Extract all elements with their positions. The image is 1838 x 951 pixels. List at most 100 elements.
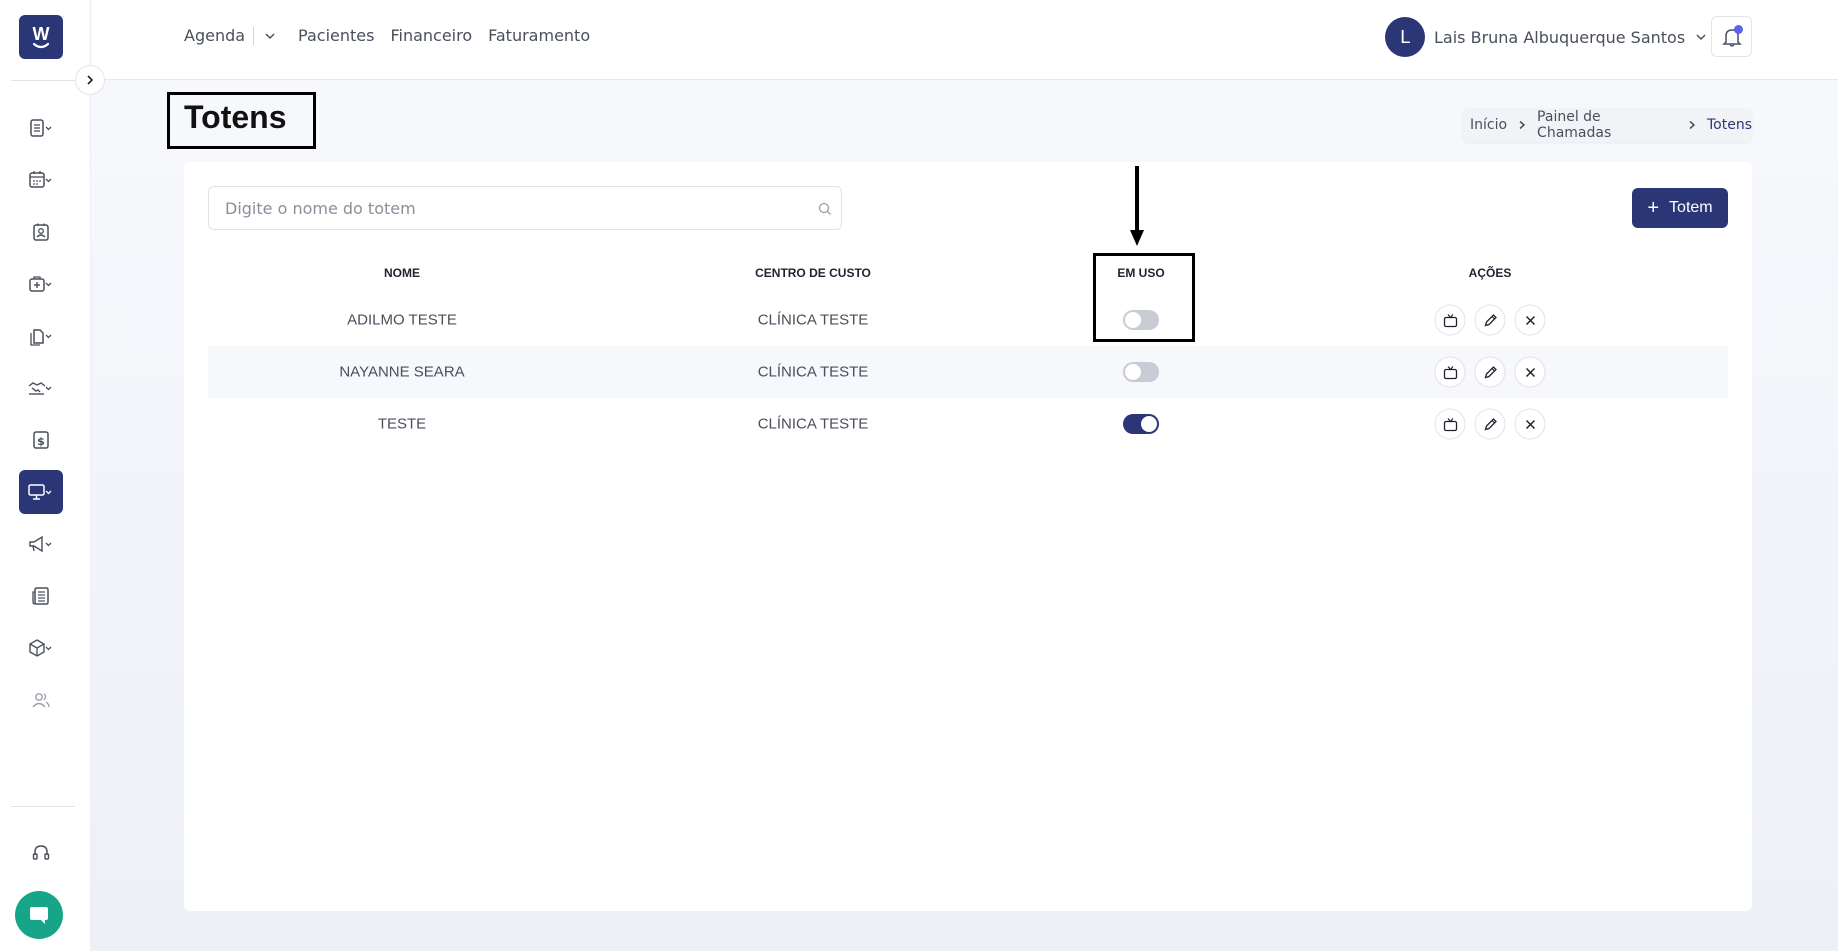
sidebar-item-inventory[interactable] [19, 626, 63, 670]
chevron-right-icon [87, 75, 94, 85]
cell-nome: ADILMO TESTE [347, 311, 457, 329]
chevron-down-icon [1696, 34, 1706, 41]
em-uso-highlight-box [1093, 253, 1195, 342]
tv-icon [1443, 313, 1457, 327]
toggle-knob [1141, 416, 1157, 432]
newspaper-icon [32, 587, 49, 605]
logo-icon: W [33, 24, 50, 49]
svg-text:$: $ [37, 435, 45, 448]
sidebar: W $ [0, 0, 91, 951]
notifications-button[interactable] [1711, 16, 1752, 57]
user-name: Lais Bruna Albuquerque Santos [1434, 27, 1686, 47]
breadcrumb-call-panel[interactable]: Painel de Chamadas [1537, 109, 1677, 141]
breadcrumb-current: Totens [1706, 117, 1752, 133]
chevron-right-icon [1517, 120, 1527, 130]
cell-nome: TESTE [377, 415, 427, 433]
chat-icon [30, 907, 48, 924]
delete-button[interactable] [1514, 304, 1546, 336]
search-field [208, 186, 842, 230]
column-header-nome: NOME [384, 266, 420, 280]
view-button[interactable] [1434, 304, 1466, 336]
edit-button[interactable] [1474, 356, 1506, 388]
menu-list-icon [30, 119, 52, 137]
sidebar-item-call-panel[interactable] [19, 470, 63, 514]
edit-button[interactable] [1474, 304, 1506, 336]
page-title: Totens [184, 99, 287, 135]
monitor-icon [28, 484, 52, 500]
close-icon [1525, 315, 1535, 325]
delete-button[interactable] [1514, 356, 1546, 388]
cell-nome: NAYANNE SEARA [339, 363, 465, 381]
sidebar-item-reports[interactable] [19, 574, 63, 618]
dollar-icon: $ [33, 431, 49, 449]
user-menu[interactable]: L Lais Bruna Albuquerque Santos [1385, 17, 1707, 57]
chat-button[interactable] [15, 891, 63, 939]
sidebar-divider [11, 80, 75, 81]
close-icon [1525, 367, 1535, 377]
calendar-icon [29, 171, 52, 188]
svg-text:W: W [33, 24, 50, 44]
cell-centro-custo: CLÍNICA TESTE [757, 311, 869, 329]
table-row: NAYANNE SEARA CLÍNICA TESTE [208, 346, 1728, 398]
plus-icon: + [1647, 197, 1660, 219]
megaphone-icon [29, 535, 52, 553]
search-icon[interactable] [817, 201, 833, 221]
table-row: TESTE CLÍNICA TESTE [208, 398, 1728, 450]
package-icon [29, 639, 52, 657]
view-button[interactable] [1434, 356, 1466, 388]
toggle-knob [1125, 364, 1141, 380]
totens-card: + Totem NOME CENTRO DE CUSTO EM USO AÇÕE… [184, 162, 1752, 911]
sidebar-divider-bottom [11, 806, 75, 807]
em-uso-toggle[interactable] [1123, 362, 1159, 382]
nav-faturamento[interactable]: Faturamento [488, 26, 590, 45]
chevron-right-icon [1687, 120, 1697, 130]
sidebar-item-menu[interactable] [19, 106, 63, 150]
sidebar-item-finance[interactable]: $ [19, 418, 63, 462]
sidebar-item-users[interactable] [19, 678, 63, 722]
sidebar-item-agreements[interactable] [19, 366, 63, 410]
edit-button[interactable] [1474, 408, 1506, 440]
documents-icon [30, 329, 52, 346]
arrow-down-icon [1130, 166, 1144, 246]
em-uso-toggle[interactable] [1123, 414, 1159, 434]
view-button[interactable] [1434, 408, 1466, 440]
sidebar-expand-button[interactable] [75, 65, 105, 95]
search-input[interactable] [209, 187, 841, 229]
pencil-icon [1484, 313, 1497, 326]
breadcrumb: Início Painel de Chamadas Totens [1462, 108, 1752, 142]
sidebar-item-support[interactable] [19, 831, 63, 875]
handshake-icon [28, 382, 52, 395]
breadcrumb-home[interactable]: Início [1470, 117, 1507, 133]
sidebar-item-calendar[interactable] [19, 158, 63, 202]
users-icon [32, 693, 50, 708]
tv-icon [1443, 365, 1457, 379]
sidebar-item-marketing[interactable] [19, 522, 63, 566]
avatar: L [1385, 17, 1425, 57]
add-totem-button[interactable]: + Totem [1632, 188, 1728, 228]
chevron-down-icon [265, 32, 275, 39]
column-header-centro-custo: CENTRO DE CUSTO [755, 266, 871, 280]
table-row: ADILMO TESTE CLÍNICA TESTE [208, 294, 1728, 346]
nav-financeiro[interactable]: Financeiro [390, 26, 472, 45]
nav-divider [253, 26, 255, 45]
sidebar-item-medical[interactable] [19, 262, 63, 306]
top-nav: Agenda Pacientes Financeiro Faturamento [184, 26, 606, 45]
close-icon [1525, 419, 1535, 429]
cell-centro-custo: CLÍNICA TESTE [757, 363, 869, 381]
medical-kit-icon [29, 276, 52, 292]
sidebar-item-documents[interactable] [19, 314, 63, 358]
app-logo[interactable]: W [19, 15, 63, 59]
nav-agenda[interactable]: Agenda [184, 26, 245, 45]
tv-icon [1443, 417, 1457, 431]
agenda-dropdown-toggle[interactable] [264, 30, 276, 42]
pencil-icon [1484, 365, 1497, 378]
cell-centro-custo: CLÍNICA TESTE [757, 415, 869, 433]
topbar: Agenda Pacientes Financeiro Faturamento … [92, 0, 1838, 80]
delete-button[interactable] [1514, 408, 1546, 440]
headset-icon [32, 845, 50, 860]
notification-dot [1734, 25, 1743, 34]
sidebar-item-patients[interactable] [19, 210, 63, 254]
patient-card-icon [33, 223, 49, 241]
nav-pacientes[interactable]: Pacientes [298, 26, 374, 45]
column-header-acoes: AÇÕES [1468, 266, 1512, 280]
